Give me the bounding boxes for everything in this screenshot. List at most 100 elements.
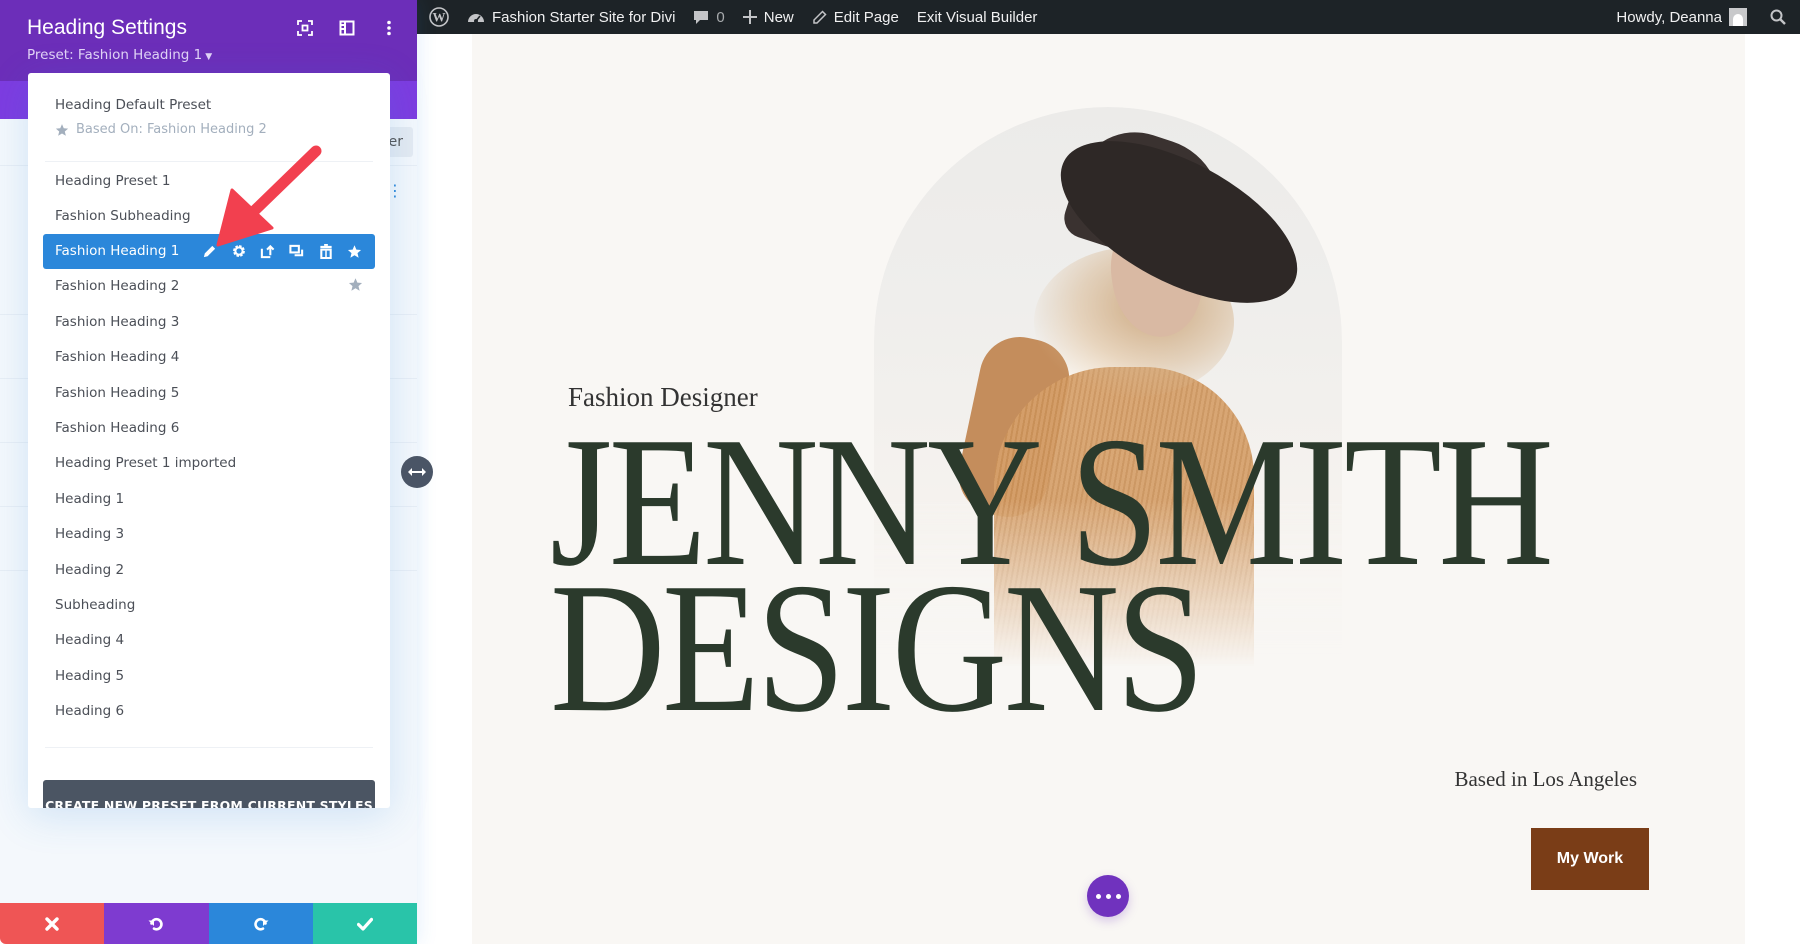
search-icon — [1770, 9, 1786, 25]
builder-page-settings-button[interactable] — [1087, 875, 1129, 917]
preset-item-label: Fashion Heading 5 — [55, 384, 180, 401]
preset-item-label: Subheading — [55, 596, 136, 613]
more-dot-icon — [1115, 893, 1121, 899]
comments-menu[interactable]: 0 — [684, 0, 733, 34]
wp-admin-bar: W Fashion Starter Site for Divi 0 New Ed… — [417, 0, 1800, 34]
star-icon[interactable] — [348, 277, 363, 296]
dashboard-gauge-icon — [468, 14, 484, 23]
preset-item-label: Fashion Heading 3 — [55, 313, 180, 330]
split-view-icon[interactable] — [337, 18, 357, 38]
my-account-menu[interactable]: Howdy, Deanna — [1607, 0, 1756, 34]
preset-item[interactable]: Heading 6 — [43, 693, 375, 728]
preset-list: Heading Preset 1 Fashion Subheading Fashio… — [43, 163, 375, 729]
save-changes-button[interactable] — [312, 903, 417, 944]
pencil-icon — [813, 9, 827, 24]
preset-item-label: Fashion Subheading — [55, 208, 191, 225]
preset-item[interactable]: Heading 4 — [43, 623, 375, 658]
preset-item[interactable]: Fashion Heading 6 — [43, 410, 375, 445]
page-preview: Fashion Designer JENNY SMITH DESIGNS Bas… — [472, 34, 1745, 944]
preset-item[interactable]: Fashion Heading 2 — [43, 269, 375, 304]
hero-heading[interactable]: JENNY SMITH DESIGNS — [550, 409, 1565, 741]
preset-item[interactable]: Fashion Heading 4 — [43, 340, 375, 375]
default-preset-name: Heading Default Preset — [55, 97, 212, 113]
preset-item-label: Fashion Heading 1 — [55, 243, 180, 260]
settings-header: Heading Settings Preset: Fashion Heading… — [0, 0, 417, 81]
location-text[interactable]: Based in Los Angeles — [1454, 767, 1637, 792]
edit-icon[interactable] — [201, 243, 218, 260]
discard-changes-button[interactable] — [0, 903, 105, 944]
preset-item[interactable]: Fashion Heading 3 — [43, 304, 375, 339]
check-icon — [356, 917, 373, 931]
caret-down-icon: ▼ — [205, 52, 213, 62]
user-avatar — [1729, 8, 1747, 26]
preset-selector-label: Preset: Fashion Heading 1 — [27, 47, 203, 63]
export-icon[interactable] — [259, 243, 276, 260]
create-preset-button[interactable]: CREATE NEW PRESET FROM CURRENT STYLES — [43, 780, 375, 808]
duplicate-icon[interactable] — [288, 243, 305, 260]
howdy-greeting: Howdy, Deanna — [1616, 8, 1722, 26]
preset-item-label: Heading 3 — [55, 526, 125, 543]
preset-item-label: Heading 1 — [55, 490, 125, 507]
new-label: New — [763, 8, 794, 26]
resize-horizontal-icon — [408, 468, 426, 476]
preset-item[interactable]: Subheading — [43, 587, 375, 622]
preset-item-label: Fashion Heading 6 — [55, 420, 180, 437]
close-icon — [45, 916, 59, 931]
preset-item[interactable]: Heading 5 — [43, 658, 375, 693]
preset-item-label: Fashion Heading 2 — [55, 278, 180, 295]
exit-visual-builder-label: Exit Visual Builder — [916, 8, 1038, 26]
undo-icon — [148, 917, 164, 930]
default-preset-entry[interactable]: Heading Default Preset Based On: Fashion… — [55, 97, 267, 137]
comment-bubble-icon — [694, 11, 709, 24]
preset-item[interactable]: Heading 3 — [43, 517, 375, 552]
preset-selector[interactable]: Preset: Fashion Heading 1 ▼ — [27, 47, 212, 63]
preset-item-label: Heading Preset 1 imported — [55, 455, 237, 472]
preset-item[interactable]: Fashion Heading 5 — [43, 375, 375, 410]
preset-item[interactable]: Fashion Subheading — [43, 198, 375, 233]
undo-button[interactable] — [104, 903, 209, 944]
header-actions — [295, 18, 399, 38]
preset-item-label: Fashion Heading 4 — [55, 349, 180, 366]
preset-item[interactable]: Heading 1 — [43, 481, 375, 516]
default-preset-based-on: Based On: Fashion Heading 2 — [55, 122, 267, 137]
sidebar-resize-handle[interactable] — [401, 456, 433, 488]
more-vertical-icon[interactable] — [379, 18, 399, 38]
preset-item[interactable]: Heading Preset 1 imported — [43, 446, 375, 481]
comments-count: 0 — [716, 8, 725, 26]
admin-search-button[interactable] — [1756, 0, 1800, 34]
preset-item-label: Heading 6 — [55, 703, 125, 720]
focus-icon[interactable] — [295, 18, 315, 38]
wp-logo-menu[interactable]: W — [417, 0, 458, 34]
preset-item-label: Heading Preset 1 — [55, 172, 171, 189]
preset-item[interactable]: Heading 2 — [43, 552, 375, 587]
more-dot-icon — [1105, 893, 1111, 899]
more-dot-icon — [1095, 893, 1101, 899]
settings-icon[interactable] — [230, 243, 247, 260]
preset-item-tools — [201, 243, 363, 260]
preset-item[interactable]: Heading Preset 1 — [43, 163, 375, 198]
delete-icon[interactable] — [317, 243, 334, 260]
edit-page-label: Edit Page — [833, 8, 899, 26]
preset-item-active[interactable]: Fashion Heading 1 — [43, 233, 375, 269]
preset-item-label: Heading 2 — [55, 561, 125, 578]
menu-divider — [45, 747, 373, 748]
site-name-menu[interactable]: Fashion Starter Site for Divi — [458, 0, 684, 34]
preset-item-label: Heading 4 — [55, 632, 125, 649]
settings-footer — [0, 903, 417, 944]
my-work-button[interactable]: My Work — [1531, 828, 1649, 890]
star-icon[interactable] — [346, 243, 363, 260]
exit-visual-builder-link[interactable]: Exit Visual Builder — [908, 0, 1047, 34]
redo-button[interactable] — [208, 903, 313, 944]
new-content-menu[interactable]: New — [734, 0, 803, 34]
svg-text:W: W — [433, 10, 446, 25]
edit-page-link[interactable]: Edit Page — [803, 0, 908, 34]
preset-item-label: Heading 5 — [55, 667, 125, 684]
site-name: Fashion Starter Site for Divi — [492, 8, 676, 26]
menu-divider — [45, 161, 373, 162]
wordpress-logo-icon: W — [429, 7, 449, 27]
redo-icon — [253, 917, 269, 930]
star-icon — [55, 123, 69, 136]
based-on-text: Based On: Fashion Heading 2 — [76, 122, 267, 137]
preset-dropdown-menu: Heading Default Preset Based On: Fashion… — [28, 73, 390, 808]
builder-canvas: Fashion Designer JENNY SMITH DESIGNS Bas… — [417, 34, 1800, 944]
